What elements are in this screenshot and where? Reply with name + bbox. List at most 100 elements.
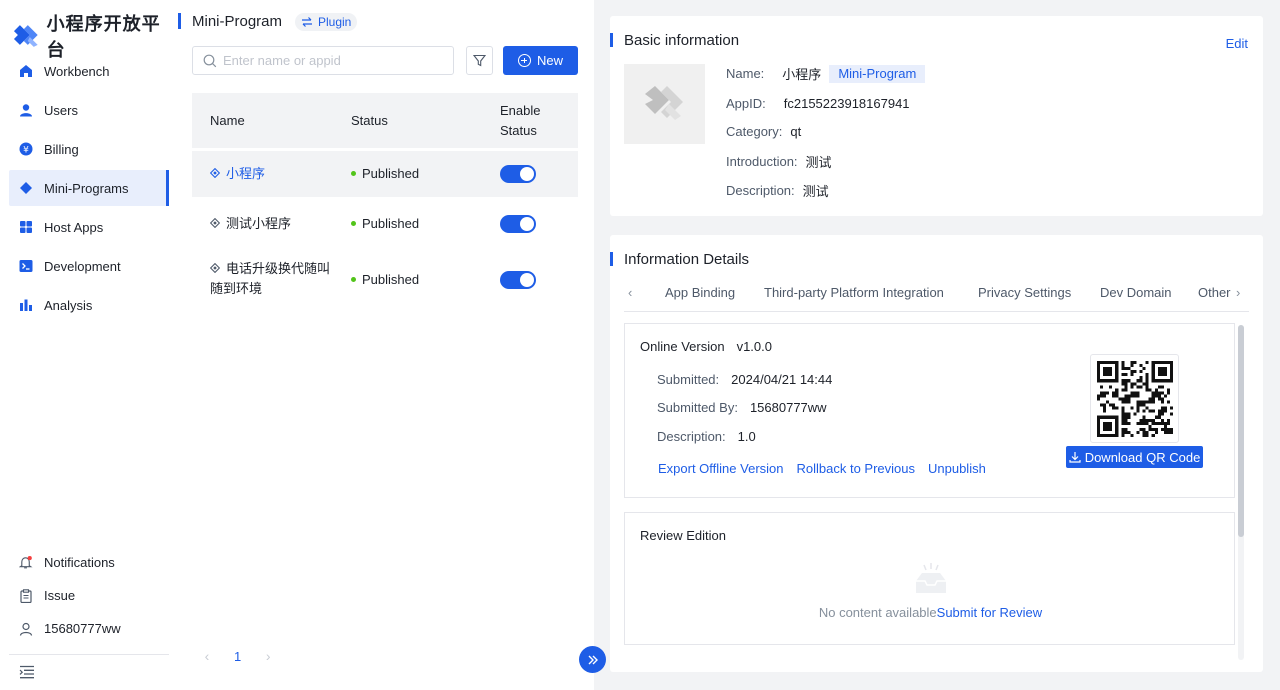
basic-information-title: Basic information — [624, 32, 740, 49]
bell-icon — [19, 556, 33, 570]
sidebar: 小程序开放平台 Workbench Users ¥ Billing Mini-P… — [0, 0, 178, 690]
introduction-row: Introduction: 测试 — [726, 152, 832, 171]
submitted-by-label: Submitted By: — [657, 400, 738, 415]
tabs-scroll-left-button[interactable]: ‹ — [628, 285, 632, 300]
tab-privacy-settings[interactable]: Privacy Settings — [978, 285, 1071, 300]
sidebar-item-host-apps[interactable]: Host Apps — [9, 209, 169, 245]
row-name: 电话升级换代随叫 — [226, 259, 330, 279]
tabs-scroll-right-button[interactable]: › — [1236, 285, 1240, 300]
column-header-name: Name — [210, 113, 245, 128]
sidebar-item-label: Mini-Programs — [44, 180, 129, 196]
title-accent-bar — [610, 252, 613, 266]
enable-toggle[interactable] — [500, 215, 536, 233]
page-number[interactable]: 1 — [234, 649, 241, 664]
billing-icon: ¥ — [19, 142, 33, 156]
grid-icon — [19, 220, 33, 234]
information-details-title: Information Details — [624, 251, 750, 268]
online-version-card: Online Version v1.0.0 Submitted: 2024/04/… — [624, 323, 1235, 498]
online-version-label: Online Version — [640, 339, 725, 354]
submitted-label: Submitted: — [657, 372, 720, 387]
sidebar-item-development[interactable]: Development — [9, 248, 169, 284]
status-cell: Published — [351, 216, 419, 231]
introduction-value: 测试 — [805, 155, 832, 170]
tab-dev-domain[interactable]: Dev Domain — [1100, 285, 1172, 300]
status-text: Published — [362, 216, 420, 231]
details-tabs: ‹ App Binding Third-party Platform Integ… — [624, 285, 1249, 312]
submitted-value: 2024/04/21 14:44 — [731, 372, 833, 387]
name-value: 小程序 — [782, 67, 822, 82]
unpublish-link[interactable]: Unpublish — [928, 461, 986, 476]
sidebar-item-label: Host Apps — [44, 219, 104, 235]
introduction-label: Introduction: — [726, 154, 798, 169]
sidebar-item-issue[interactable]: Issue — [9, 579, 169, 612]
submitted-by-row: Submitted By: 15680777ww — [657, 400, 827, 415]
diamond-outline-icon — [210, 263, 220, 273]
filter-button[interactable] — [466, 46, 493, 75]
status-cell: Published — [351, 272, 419, 287]
collapse-menu-icon[interactable] — [19, 665, 35, 679]
tab-app-binding[interactable]: App Binding — [665, 285, 735, 300]
pagination: ‹ 1 › — [200, 648, 275, 664]
enable-toggle[interactable] — [500, 165, 536, 183]
enable-toggle[interactable] — [500, 271, 536, 289]
plugin-switch-button[interactable]: Plugin — [295, 13, 358, 31]
submitted-by-value: 15680777ww — [749, 400, 827, 415]
export-offline-version-link[interactable]: Export Offline Version — [658, 461, 784, 476]
empty-state: No content availableSubmit for Review — [625, 605, 1236, 620]
sidebar-item-users[interactable]: Users — [9, 92, 169, 128]
tab-other[interactable]: Other — [1198, 285, 1231, 300]
sidebar-item-label: Issue — [44, 588, 76, 603]
app-icon-placeholder — [624, 64, 705, 144]
sidebar-bottom: Notifications Issue 15680777ww — [9, 546, 169, 645]
sidebar-item-workbench[interactable]: Workbench — [9, 53, 169, 89]
description-label: Description: — [726, 183, 795, 198]
plugin-label: Plugin — [318, 15, 352, 29]
logo-icon — [13, 25, 38, 47]
expand-panel-button[interactable] — [579, 646, 606, 673]
prev-page-button[interactable]: ‹ — [200, 648, 214, 664]
sidebar-item-mini-programs[interactable]: Mini-Programs — [9, 170, 169, 206]
column-header-status: Status — [351, 113, 388, 128]
sidebar-item-analysis[interactable]: Analysis — [9, 287, 169, 323]
category-value: qt — [790, 124, 802, 139]
user-outline-icon — [19, 622, 33, 636]
bar-chart-icon — [19, 298, 33, 312]
sidebar-item-notifications[interactable]: Notifications — [9, 546, 169, 579]
next-page-button[interactable]: › — [261, 648, 275, 664]
name-cell: 小程序 — [210, 164, 265, 184]
name-label: Name: — [726, 66, 765, 81]
search-input[interactable] — [223, 53, 443, 68]
download-qr-code-label: Download QR Code — [1084, 449, 1201, 465]
submit-for-review-link[interactable]: Submit for Review — [937, 605, 1042, 620]
submitted-row: Submitted: 2024/04/21 14:44 — [657, 372, 832, 387]
row-name-line2: 随到环境 — [210, 281, 263, 296]
user-icon — [19, 103, 33, 117]
title-accent-bar — [610, 33, 613, 47]
row-name-line1: 电话升级换代随叫 — [226, 261, 331, 276]
table-row[interactable]: 小程序 Published — [192, 151, 578, 197]
rollback-to-previous-link[interactable]: Rollback to Previous — [797, 461, 916, 476]
tab-third-party-integration[interactable]: Third-party Platform Integration — [764, 285, 944, 300]
description-row: Description: 测试 — [726, 181, 829, 200]
new-button[interactable]: New — [503, 46, 578, 75]
terminal-icon — [19, 259, 33, 273]
sidebar-nav: Workbench Users ¥ Billing Mini-Programs … — [0, 50, 178, 323]
status-text: Published — [362, 272, 420, 287]
details-scrollbar[interactable] — [1238, 325, 1244, 660]
type-tag: Mini-Program — [829, 64, 926, 83]
column-header-enable-line2: Status — [500, 122, 537, 138]
review-edition-title: Review Edition — [640, 528, 726, 543]
column-header-enable-line1: Enable — [500, 102, 541, 118]
download-qr-code-button[interactable]: Download QR Code — [1066, 446, 1203, 468]
sidebar-item-label: Notifications — [44, 555, 115, 570]
double-chevron-right-icon — [588, 655, 598, 664]
row-name: 小程序 — [226, 166, 266, 181]
table-row[interactable]: 测试小程序 Published — [192, 201, 578, 247]
edit-button[interactable]: Edit — [1226, 36, 1248, 51]
sidebar-item-billing[interactable]: ¥ Billing — [9, 131, 169, 167]
diamond-outline-icon — [210, 168, 220, 178]
status-dot — [351, 171, 356, 176]
scrollbar-thumb[interactable] — [1238, 325, 1244, 537]
table-row[interactable]: 电话升级换代随叫 随到环境 Published — [192, 251, 578, 309]
sidebar-item-user-account[interactable]: 15680777ww — [9, 612, 169, 645]
